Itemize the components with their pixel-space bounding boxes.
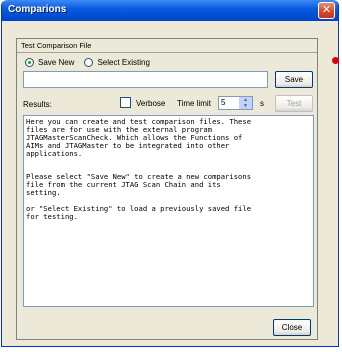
verbose-label[interactable]: Verbose (136, 99, 165, 108)
test-button[interactable]: Test (275, 95, 313, 112)
verbose-checkbox[interactable] (120, 97, 131, 108)
results-text-area[interactable]: Here you can create and test comparison … (23, 115, 314, 307)
close-button[interactable]: Close (273, 319, 311, 336)
group-header: Test Comparison File (17, 39, 317, 53)
close-window-button[interactable]: ✕ (318, 2, 335, 19)
window-title: Comparions (8, 4, 67, 15)
save-button[interactable]: Save (275, 71, 313, 88)
title-bar[interactable]: Comparions ✕ (2, 0, 338, 21)
mode-radio-group: Save New Select Existing (25, 56, 160, 68)
time-limit-label: Time limit (177, 99, 211, 108)
file-path-input[interactable] (23, 71, 268, 88)
results-label: Results: (23, 100, 52, 109)
select-existing-label[interactable]: Select Existing (97, 58, 149, 67)
comparisons-window: Comparions ✕ Test Comparison File Save N… (1, 0, 339, 347)
time-limit-spinner[interactable]: ▲ ▼ (239, 97, 252, 109)
spin-down-icon[interactable]: ▼ (239, 103, 252, 109)
select-existing-radio[interactable] (84, 57, 94, 67)
test-comparison-group: Test Comparison File Save New Select Exi… (16, 38, 318, 340)
time-unit-label: s (260, 99, 264, 108)
save-new-label[interactable]: Save New (38, 58, 74, 67)
marker-dot (332, 57, 339, 64)
save-new-radio[interactable] (25, 57, 34, 67)
